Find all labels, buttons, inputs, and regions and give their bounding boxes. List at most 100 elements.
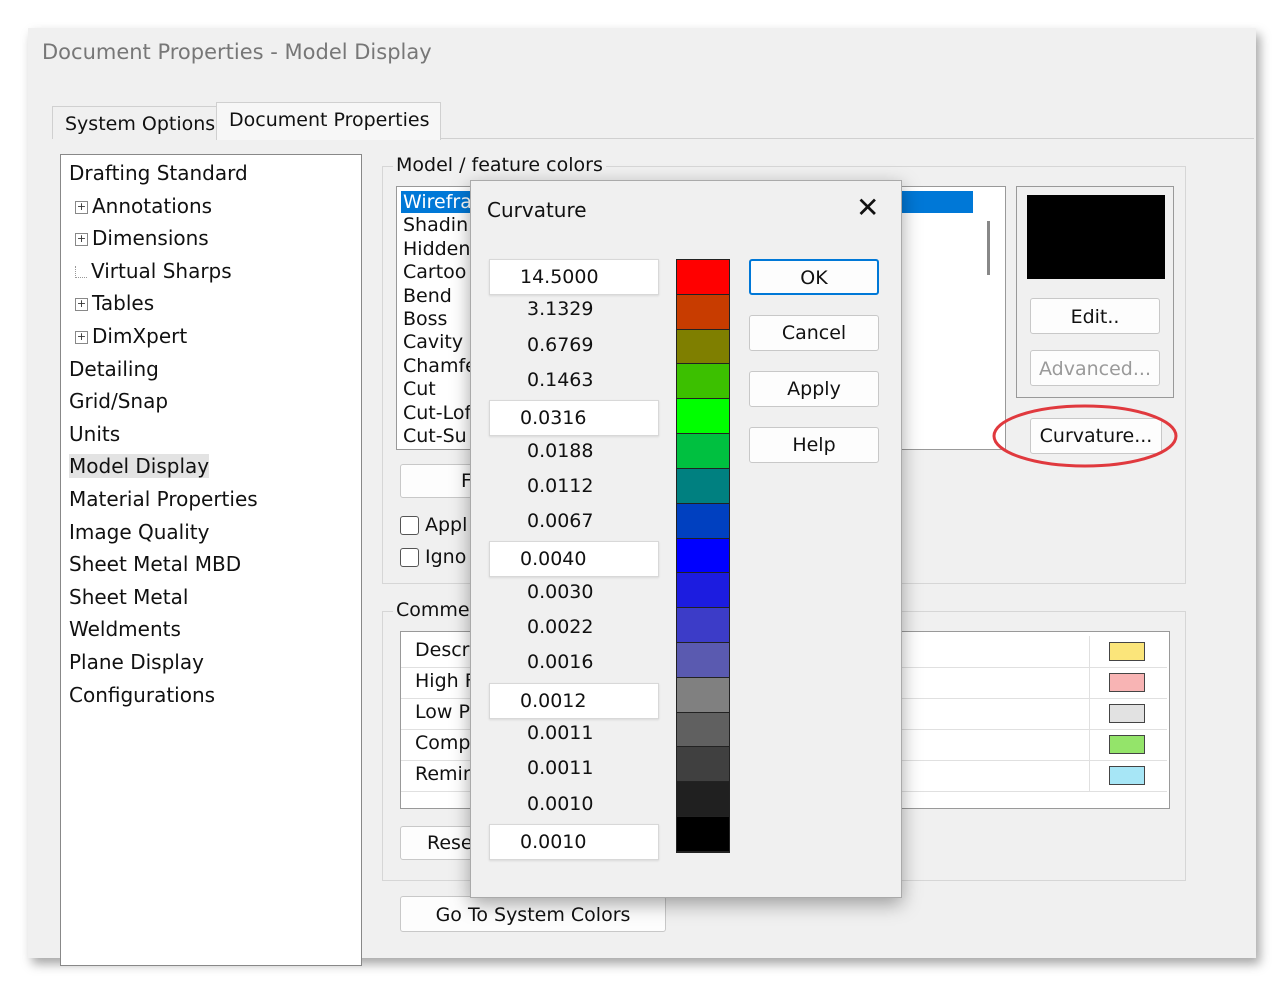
tree-item[interactable]: Virtual Sharps — [75, 259, 232, 283]
model-feature-colors-label: Model / feature colors — [393, 154, 606, 176]
tree-item-label: Annotations — [92, 193, 213, 218]
curvature-value-input[interactable]: 0.0012 — [489, 682, 659, 719]
tree-item-label: Detailing — [69, 356, 159, 381]
list-item[interactable]: Hidden — [403, 238, 470, 260]
expand-plus-icon[interactable]: + — [75, 331, 88, 344]
comment-color-swatch[interactable] — [1109, 673, 1145, 692]
column-divider — [1089, 760, 1090, 791]
tree-item[interactable]: + Dimensions — [75, 226, 209, 250]
tab-document-properties[interactable]: Document Properties — [216, 102, 441, 140]
go-to-system-colors-button[interactable]: Go To System Colors — [400, 896, 666, 932]
color-scale-cell[interactable] — [677, 329, 729, 365]
column-divider — [1089, 729, 1090, 760]
list-item[interactable]: Shadin — [403, 214, 468, 236]
list-item[interactable]: Cut-Lof — [403, 402, 471, 424]
curvature-value-input[interactable]: 0.0040 — [489, 541, 659, 578]
tree-item-label: Model Display — [69, 454, 210, 479]
curvature-value-input[interactable]: 0.0316 — [489, 400, 659, 437]
comment-color-swatch[interactable] — [1109, 704, 1145, 723]
ok-button[interactable]: OK — [749, 259, 879, 295]
tree-item[interactable]: Grid/Snap — [69, 389, 168, 413]
tree-item[interactable]: Drafting Standard — [69, 161, 248, 185]
tree-item[interactable]: Sheet Metal MBD — [69, 552, 241, 576]
tree-item[interactable]: Model Display — [69, 454, 210, 479]
tree-item[interactable]: + Annotations — [75, 194, 212, 218]
color-scale-cell[interactable] — [677, 399, 729, 435]
color-scale-cell[interactable] — [677, 817, 729, 852]
tree-item[interactable]: Sheet Metal — [69, 585, 188, 609]
tree-item[interactable]: + DimXpert — [75, 324, 187, 348]
list-item[interactable]: Bend — [403, 285, 452, 307]
color-scale-cell[interactable] — [677, 782, 729, 817]
apply-button[interactable]: Apply — [749, 371, 879, 407]
color-scale-cell[interactable] — [677, 712, 729, 748]
curvature-value-label: 0.0011 — [527, 721, 594, 744]
color-scale-cell[interactable] — [677, 503, 729, 539]
comment-color-swatch[interactable] — [1109, 735, 1145, 754]
tree-item-label: Tables — [92, 291, 155, 316]
advanced-button[interactable]: Advanced... — [1030, 350, 1160, 386]
curvature-value-label: 0.0016 — [527, 651, 594, 674]
list-item[interactable]: Cut — [403, 378, 436, 400]
color-scale-cell[interactable] — [677, 468, 729, 504]
window-title: Document Properties - Model Display — [42, 40, 432, 64]
color-scale-cell[interactable] — [677, 573, 729, 609]
list-scrollbar-thumb[interactable] — [987, 221, 990, 275]
expand-plus-icon[interactable]: + — [75, 200, 88, 214]
curvature-dialog: Curvature ✕ 14.5000 3.1329 0.6769 0.1463 0.0… — [470, 180, 902, 898]
comment-color-swatch[interactable] — [1109, 642, 1145, 661]
color-scale-cell[interactable] — [677, 294, 729, 330]
list-item[interactable]: Cartoo — [403, 261, 466, 283]
curvature-value-label: 0.0010 — [527, 792, 594, 815]
apply-checkbox[interactable] — [400, 516, 419, 535]
tree-item[interactable]: Plane Display — [69, 650, 204, 674]
list-item[interactable]: Boss — [403, 308, 447, 330]
tree-item-label: Plane Display — [69, 650, 204, 674]
comment-colors-label: Commer — [393, 599, 481, 621]
tree-item[interactable]: Detailing — [69, 357, 159, 381]
tree-item[interactable]: + Tables — [75, 291, 154, 315]
expand-plus-icon[interactable]: + — [75, 233, 88, 247]
list-item[interactable]: Cut-Su — [403, 425, 467, 447]
color-scale-cell[interactable] — [677, 434, 729, 469]
edit-button[interactable]: Edit.. — [1030, 298, 1160, 334]
color-scale-cell[interactable] — [677, 642, 729, 678]
curvature-value-label: 0.0022 — [527, 616, 594, 638]
help-button[interactable]: Help — [749, 427, 879, 463]
curvature-value-label: 0.6769 — [527, 333, 594, 356]
expand-plus-icon[interactable]: + — [75, 298, 88, 312]
curvature-value-input[interactable]: 0.0010 — [489, 823, 659, 860]
color-scale-cell[interactable] — [677, 747, 729, 783]
color-scale-cell[interactable] — [677, 260, 729, 295]
properties-tree: Drafting Standard + Annotations + Dimensions… — [60, 154, 362, 966]
curvature-value-label: 0.0188 — [527, 439, 594, 462]
list-item[interactable]: Wirefra — [403, 191, 472, 213]
tree-item[interactable]: Configurations — [69, 683, 215, 707]
comment-row-label: Comp — [415, 732, 471, 754]
comment-row-label: Descri — [415, 639, 475, 661]
comment-color-swatch[interactable] — [1109, 766, 1145, 785]
tree-item[interactable]: Weldments — [69, 617, 181, 641]
tree-item[interactable]: Material Properties — [69, 487, 258, 511]
tree-item-label: Configurations — [69, 682, 216, 707]
tree-item[interactable]: Image Quality — [69, 520, 209, 544]
tree-item[interactable]: Units — [69, 422, 120, 446]
highlight-ellipse-shape — [992, 404, 1178, 468]
list-item[interactable]: Chamfe — [403, 355, 477, 377]
column-divider — [1089, 636, 1090, 667]
color-scale-cell[interactable] — [677, 538, 729, 574]
comment-row-label: Remin — [415, 763, 475, 785]
ignore-checkbox[interactable] — [400, 548, 419, 567]
tab-system-options[interactable]: System Options — [52, 106, 227, 139]
color-scale-cell[interactable] — [677, 364, 729, 400]
tree-connector-icon — [75, 266, 87, 279]
tree-item-label: Sheet Metal — [69, 584, 189, 609]
cancel-button[interactable]: Cancel — [749, 315, 879, 351]
color-scale-cell[interactable] — [677, 677, 729, 713]
list-item[interactable]: Cavity — [403, 331, 463, 353]
highlight-ellipse — [992, 404, 1178, 468]
comment-row-label: Low P — [415, 701, 470, 723]
close-icon[interactable]: ✕ — [856, 191, 879, 224]
color-scale-cell[interactable] — [677, 608, 729, 643]
curvature-value-input[interactable]: 14.5000 — [489, 259, 659, 295]
